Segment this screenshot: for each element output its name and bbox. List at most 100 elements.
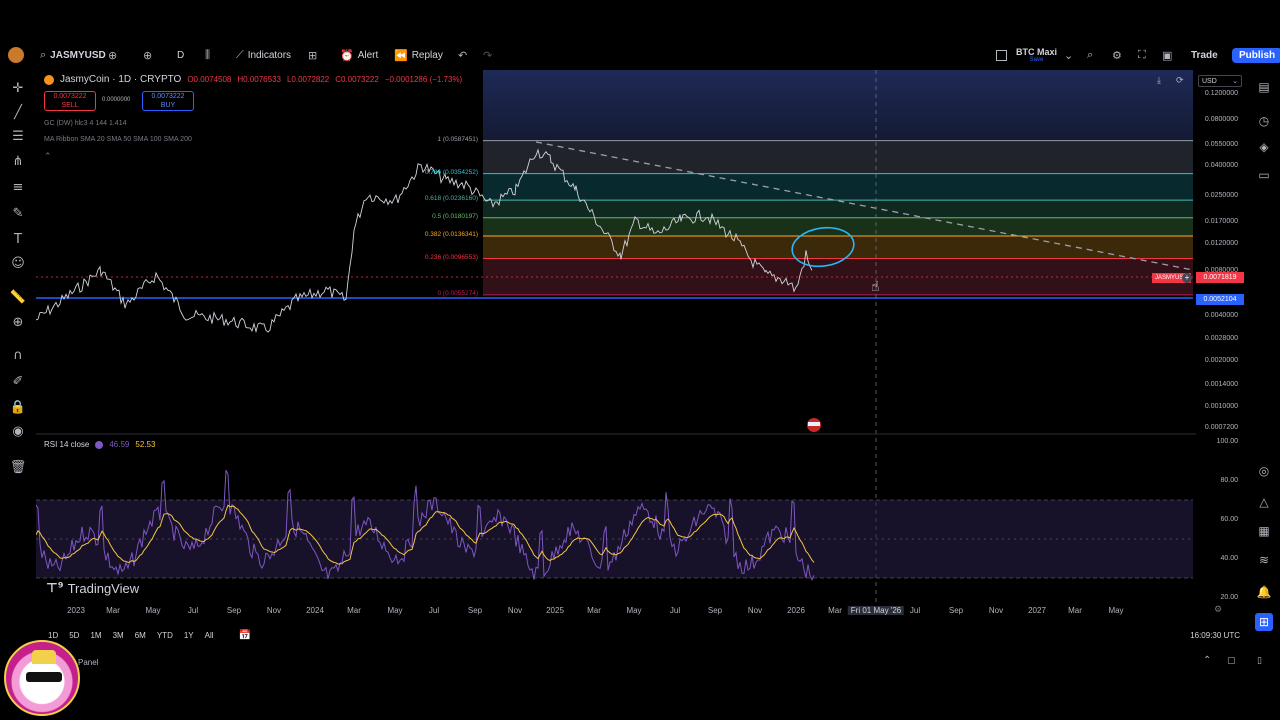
- indicator-legend-gc[interactable]: GC (DW) hlc3 4 144 1.414: [44, 120, 126, 127]
- time-tick: Sep: [707, 606, 723, 615]
- text-icon[interactable]: T: [9, 230, 27, 248]
- add-alert-icon[interactable]: +: [1182, 273, 1192, 283]
- fib-retracement[interactable]: [483, 140, 1193, 296]
- panel-label[interactable]: Panel: [78, 658, 98, 667]
- interval-button[interactable]: D: [177, 44, 184, 66]
- settings-button[interactable]: ⚙: [1112, 44, 1122, 66]
- range-button[interactable]: All: [205, 631, 214, 640]
- time-tick: Nov: [988, 606, 1004, 615]
- range-bar: 1D 5D 1M 3M 6M YTD 1Y All 📅 16:09:30 UTC: [36, 626, 1246, 644]
- add-symbol-button[interactable]: ⊕: [143, 44, 152, 66]
- grid-icon: ⊞: [308, 48, 318, 62]
- panel-settings-icon[interactable]: ▯: [1257, 656, 1262, 666]
- eye-icon[interactable]: ◉: [9, 422, 27, 440]
- chevron-up-icon[interactable]: ⌃: [1203, 655, 1211, 666]
- watchlist-icon[interactable]: ▤: [1255, 78, 1273, 96]
- horizontal-lines-icon[interactable]: ☰: [9, 127, 27, 145]
- rsi-color-dot: [95, 440, 104, 449]
- publish-button[interactable]: Publish: [1232, 44, 1280, 66]
- time-tick: 2024: [306, 606, 324, 615]
- price-tick: 0.0010000: [1204, 402, 1238, 410]
- refresh-icon[interactable]: ⟳: [1176, 76, 1184, 86]
- alerts-clock-icon[interactable]: ◷: [1255, 112, 1273, 130]
- zoom-icon[interactable]: ⊕: [9, 313, 27, 331]
- chat-icon[interactable]: ▭: [1255, 166, 1273, 184]
- pitchfork-icon[interactable]: ⋔: [9, 152, 27, 170]
- time-axis[interactable]: 2023 Mar May Jul Sep Nov 2024 Mar May Jul Sep Nov 20…: [36, 604, 1246, 620]
- ruler-icon[interactable]: 📏: [9, 288, 27, 306]
- symbol-search-button[interactable]: ⌕ JASMYUSD: [40, 44, 106, 66]
- rsi-tick: 20.00: [1220, 593, 1238, 601]
- symbol-legend[interactable]: JasmyCoin · 1D · CRYPTO O0.0074508 H0.00…: [44, 74, 462, 85]
- alert-button[interactable]: ⏰ Alert: [340, 44, 378, 66]
- range-button[interactable]: 6M: [135, 631, 146, 640]
- target-icon[interactable]: ◎: [1255, 462, 1273, 480]
- emoji-icon[interactable]: ☺: [9, 254, 27, 272]
- legend-title: JasmyCoin · 1D · CRYPTO: [60, 74, 182, 85]
- legend-high: H0.0076533: [237, 75, 281, 84]
- clock-time[interactable]: 16:09:30 UTC: [1190, 631, 1240, 640]
- compare-button[interactable]: ⊕: [108, 44, 117, 66]
- layers-icon[interactable]: ◈: [1255, 138, 1273, 156]
- layout-checkbox[interactable]: [996, 44, 1007, 66]
- snapshot-button[interactable]: ▣: [1162, 44, 1172, 66]
- range-button[interactable]: 3M: [113, 631, 124, 640]
- tradingview-watermark: ⊤⁹ TradingView: [46, 581, 139, 596]
- calendar-icon[interactable]: ▦: [1255, 522, 1273, 540]
- chart-type-button[interactable]: ⫼: [205, 44, 210, 66]
- chevron-down-icon: ⌄: [1232, 77, 1238, 85]
- layout-name-button[interactable]: BTC Maxi Save: [1016, 44, 1057, 66]
- range-button[interactable]: 1Y: [184, 631, 194, 640]
- brush-icon[interactable]: ✎: [9, 204, 27, 222]
- trade-button[interactable]: Trade: [1191, 44, 1218, 66]
- range-button[interactable]: 1M: [90, 631, 101, 640]
- currency-selector[interactable]: USD ⌄: [1198, 75, 1242, 87]
- templates-button[interactable]: ⊞: [308, 44, 317, 66]
- replay-label: Replay: [411, 49, 443, 61]
- top-toolbar: ⌕ JASMYUSD ⊕ ⊕ D ⫼ ⟋ Indicators ⊞ ⏰ Aler…: [0, 44, 1280, 66]
- price-axis[interactable]: USD ⌄ 0.1200000 0.0800000 0.0550000 0.04000…: [1196, 70, 1246, 610]
- avatar[interactable]: [8, 44, 24, 66]
- undo-button[interactable]: ↶: [458, 44, 467, 66]
- lock-icon[interactable]: 🔒: [9, 398, 27, 416]
- quick-search-button[interactable]: ⌕: [1087, 44, 1093, 66]
- redo-button[interactable]: ↷: [483, 44, 492, 66]
- redo-icon: ↷: [483, 48, 493, 62]
- date-range-icon[interactable]: 📅: [239, 630, 251, 641]
- range-button[interactable]: YTD: [157, 631, 173, 640]
- fib-band: [483, 173, 1193, 201]
- collapse-legend-icon[interactable]: ⌃: [44, 151, 52, 162]
- rsi-legend[interactable]: RSI 14 close 46.59 52.53: [44, 440, 155, 449]
- price-tick: 0.0028000: [1204, 335, 1238, 343]
- fib-level-label: 0.618 (0.0236160): [424, 195, 478, 203]
- range-button[interactable]: 5D: [69, 631, 79, 640]
- stay-drawing-icon[interactable]: ✐: [9, 372, 27, 390]
- indicator-legend-ma-ribbon[interactable]: MA Ribbon SMA 20 SMA 50 SMA 100 SMA 200: [44, 136, 192, 143]
- notifications-icon[interactable]: 🔔: [1255, 583, 1273, 601]
- replay-button[interactable]: ⏪ Replay: [394, 44, 443, 66]
- layout-dropdown[interactable]: ⌄: [1064, 44, 1073, 66]
- price-chart[interactable]: [36, 70, 1196, 610]
- rsi-value: 46.59: [109, 440, 130, 449]
- buy-button[interactable]: 0.0073222 BUY: [142, 91, 194, 111]
- pattern-icon[interactable]: △: [1255, 493, 1273, 511]
- time-axis-settings-icon[interactable]: ⚙: [1214, 605, 1222, 615]
- magnet-icon[interactable]: ∩: [9, 346, 27, 364]
- price-tick: 0.0040000: [1204, 312, 1238, 320]
- broadcast-icon[interactable]: ≋: [1255, 551, 1273, 569]
- alert-label: Alert: [357, 49, 379, 61]
- range-button[interactable]: 1D: [48, 631, 58, 640]
- indicators-button[interactable]: ⟋ Indicators: [236, 44, 291, 66]
- crosshair-icon[interactable]: ✛: [9, 79, 27, 97]
- apps-icon[interactable]: ⊞: [1255, 613, 1273, 631]
- sell-button[interactable]: 0.0073222 SELL: [44, 91, 96, 111]
- trash-icon[interactable]: 🗑: [9, 458, 27, 476]
- drawing-toolbar: ✛ ╱ ☰ ⋔ ≡ ✎ T ☺ 📏 ⊕ ∩ ✐ 🔒 ◉ 🗑: [0, 70, 36, 610]
- fullscreen-button[interactable]: ⛶: [1138, 44, 1146, 66]
- maximize-icon[interactable]: ▢: [1227, 656, 1236, 666]
- fib-icon[interactable]: ≡: [9, 178, 27, 196]
- price-tick: 0.0007200: [1204, 424, 1238, 431]
- trendline-icon[interactable]: ╱: [9, 103, 27, 121]
- download-icon[interactable]: ⤓: [1157, 76, 1161, 86]
- time-tick: May: [387, 606, 403, 615]
